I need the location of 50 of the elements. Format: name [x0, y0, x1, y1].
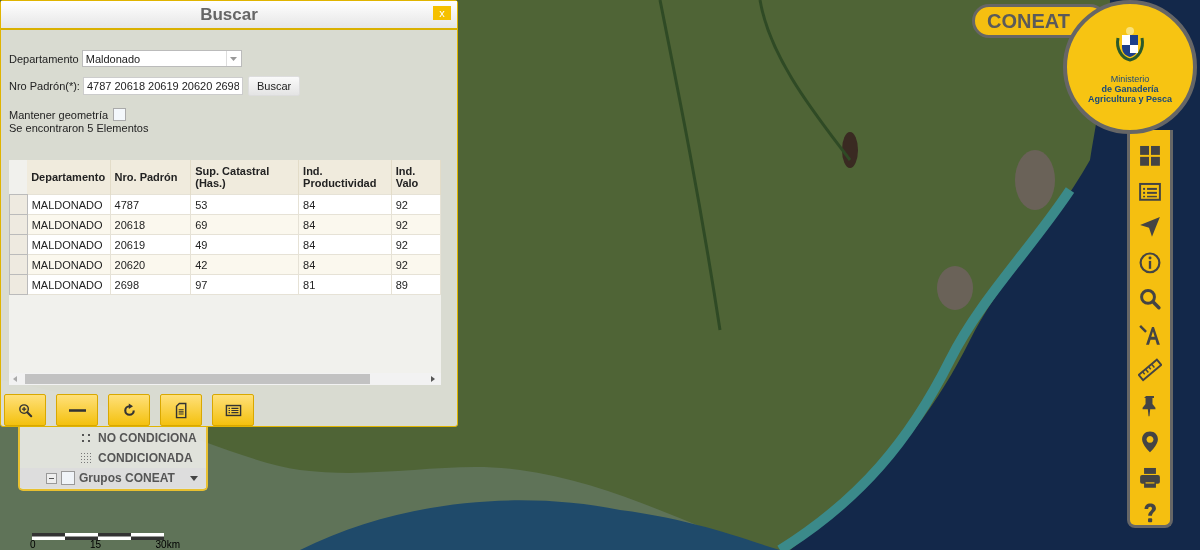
pattern-icon — [80, 452, 92, 464]
checkbox-label: Mantener geometría — [9, 108, 109, 121]
column-header[interactable]: Sup. Catastral (Has.) — [190, 160, 299, 195]
collapse-toggle[interactable] — [46, 472, 57, 484]
lake — [842, 132, 858, 168]
grid-icon[interactable] — [1138, 144, 1162, 168]
minus-button[interactable] — [56, 394, 98, 426]
list-button[interactable] — [212, 394, 254, 426]
scale-label: 0 — [30, 540, 36, 550]
zoom-in-icon — [16, 401, 34, 419]
zoom-in-button[interactable] — [4, 394, 46, 426]
app-title: CONEAT — [987, 9, 1070, 33]
lake — [1015, 150, 1055, 210]
table-cell: 4787 — [110, 194, 191, 215]
ministry-name-line: de Ganadería — [1101, 84, 1159, 94]
column-header[interactable]: Ind. Productividad — [298, 160, 392, 195]
keep-geometry-checkbox[interactable] — [113, 108, 127, 121]
coat-of-arms-icon — [1113, 26, 1147, 62]
printer-icon[interactable] — [1138, 465, 1162, 490]
layer-checkbox[interactable] — [61, 471, 75, 485]
info-icon[interactable] — [1138, 251, 1162, 275]
parcel-number-field[interactable]: 4787 20618 20619 20620 2698 — [82, 77, 243, 95]
ministry-name-line: Agricultura y Pesca — [1087, 94, 1172, 104]
scale-label: 15 — [90, 540, 102, 550]
table-cell: 53 — [190, 194, 299, 215]
dialog-title: Buscar — [200, 4, 258, 25]
field-label: Departamento — [9, 52, 79, 65]
caret-icon[interactable] — [190, 475, 198, 481]
scale-label: 30km — [155, 540, 180, 550]
table-cell: MALDONADO — [27, 194, 111, 215]
department-dropdown[interactable]: Maldonado — [81, 50, 242, 67]
refresh-button[interactable] — [108, 394, 150, 426]
table-cell: 84 — [298, 194, 392, 215]
column-header[interactable]: Departamento — [27, 160, 111, 195]
horizontal-scrollbar[interactable] — [9, 373, 441, 385]
legend-label: NO CONDICIONA — [98, 431, 197, 445]
column-header[interactable]: Nro. Padrón — [110, 160, 191, 195]
legend-label: CONDICIONADA — [98, 451, 193, 465]
document-button[interactable] — [160, 394, 202, 426]
field-label: Nro Padrón(*): — [9, 80, 80, 92]
minus-icon — [68, 408, 86, 412]
ruler-icon[interactable] — [1138, 358, 1162, 383]
pattern-icon — [80, 432, 92, 444]
column-header[interactable]: Ind. Valo — [391, 160, 441, 195]
ministry-name-line: Ministerio — [1110, 74, 1150, 84]
lake — [937, 266, 973, 310]
result-count-text: Se encontraron 5 Elementos — [9, 122, 150, 134]
search-icon[interactable] — [1138, 286, 1162, 311]
search-button[interactable]: Buscar — [247, 76, 301, 96]
table-cell: 92 — [391, 194, 441, 215]
